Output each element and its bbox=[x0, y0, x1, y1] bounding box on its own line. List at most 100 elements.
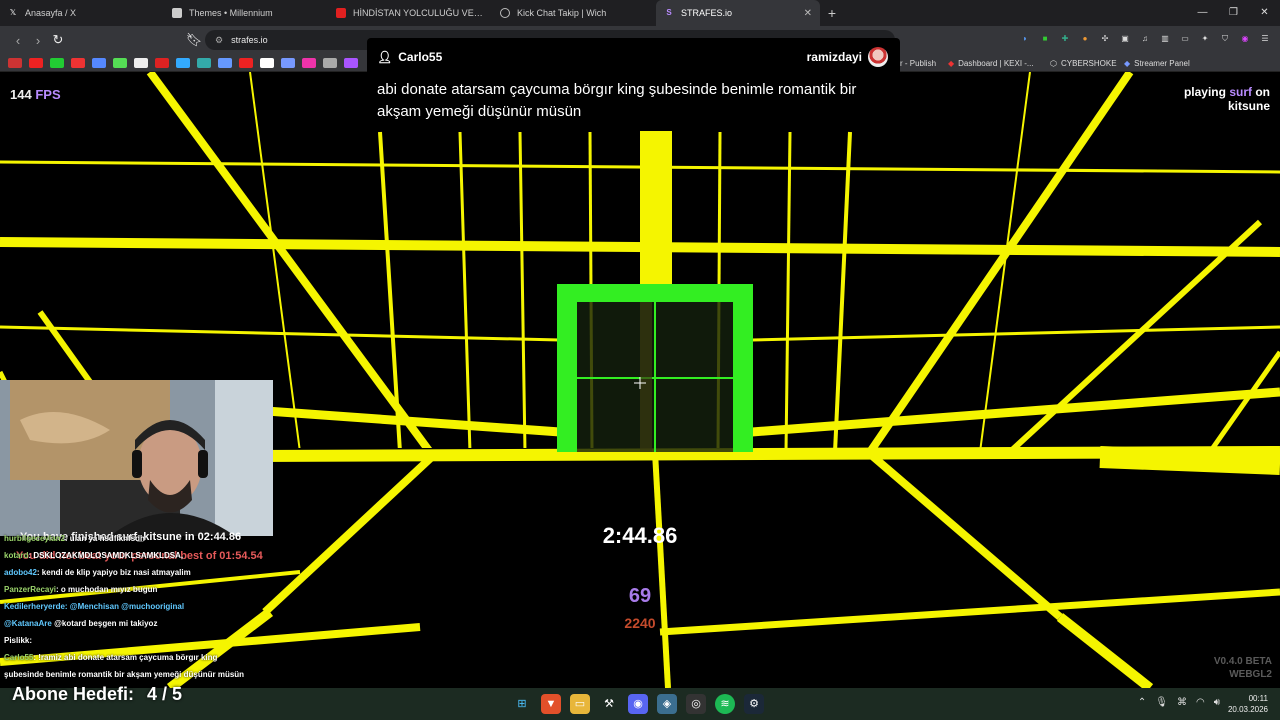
chat-user: kotard bbox=[4, 551, 29, 560]
stream-chat: hurbilgeceylan2: ulan ya hsdfikhfsdh kot… bbox=[0, 530, 300, 683]
wifi-icon[interactable]: ◠ bbox=[1196, 697, 1205, 708]
close-tab-icon[interactable]: ✕ bbox=[804, 8, 812, 19]
center-pillar bbox=[640, 130, 672, 290]
extension-icon[interactable]: ● bbox=[1078, 32, 1092, 46]
bookmark-icon[interactable] bbox=[218, 57, 232, 68]
back-icon[interactable]: ‹ bbox=[8, 33, 28, 48]
kick-icon bbox=[500, 8, 510, 18]
chevron-up-icon[interactable]: ⌃ bbox=[1138, 697, 1146, 708]
sidebar-icon[interactable]: ▥ bbox=[1158, 32, 1172, 46]
chat-message: Pislikk: bbox=[0, 632, 300, 649]
obs-icon[interactable]: ◎ bbox=[686, 694, 706, 714]
new-tab-icon[interactable]: + bbox=[820, 5, 844, 21]
bookmark-icon[interactable] bbox=[344, 57, 358, 68]
folder-icon[interactable]: ▭ bbox=[570, 694, 590, 714]
chat-user: @KatanaAre bbox=[4, 619, 52, 628]
bookmark-publish[interactable]: r - Publish bbox=[900, 54, 936, 72]
url-text: strafes.io bbox=[231, 35, 268, 45]
chat-message: Carlo55: !ramiz abi donate atarsam çaycu… bbox=[0, 649, 300, 666]
bookmark-icon[interactable] bbox=[113, 57, 127, 68]
bookmark-icon[interactable] bbox=[302, 57, 316, 68]
bookmark-icon[interactable] bbox=[71, 57, 85, 68]
volume-icon[interactable]: 🔊︎ bbox=[1214, 697, 1220, 708]
bookmark-streamer-panel[interactable]: ◆ Streamer Panel bbox=[1124, 54, 1190, 72]
chat-user: Pislikk bbox=[4, 636, 30, 645]
extension-icon[interactable]: ◉ bbox=[1238, 32, 1252, 46]
cybershoke-icon: ⬡ bbox=[1050, 58, 1057, 68]
bookmark-icon[interactable] bbox=[29, 57, 43, 68]
minimize-icon[interactable]: — bbox=[1187, 0, 1218, 26]
bookmark-label: Dashboard | KEXI -... bbox=[958, 58, 1034, 68]
chat-text: : bbox=[29, 636, 33, 645]
tab-strafes[interactable]: S STRAFES.io ✕ bbox=[656, 0, 820, 26]
bookmark-icon[interactable] bbox=[239, 57, 253, 68]
taskbar-clock[interactable]: 00:11 20.03.2026 bbox=[1228, 693, 1268, 715]
extension-icon[interactable]: ■ bbox=[1038, 32, 1052, 46]
site-info-icon[interactable]: ⚙︎ bbox=[215, 35, 223, 46]
tab-millennium[interactable]: Themes • Millennium bbox=[164, 0, 328, 26]
tab-bar: 𝕏 Anasayfa / X Themes • Millennium HİNDİ… bbox=[0, 0, 1280, 26]
windows-start-icon[interactable]: ⊞ bbox=[512, 694, 532, 714]
app-icon[interactable]: ◈ bbox=[657, 694, 677, 714]
shield-icon[interactable]: ⛉ bbox=[1218, 32, 1232, 46]
webcam-feed bbox=[0, 380, 273, 536]
chat-text: şubesinde benimle romantik bir akşam yem… bbox=[4, 670, 245, 679]
puzzle-icon[interactable]: ✣ bbox=[1098, 32, 1112, 46]
bookmark-icon[interactable] bbox=[134, 57, 148, 68]
streamer-panel-icon: ◆ bbox=[1124, 58, 1131, 68]
bookmark-icon[interactable] bbox=[50, 57, 64, 68]
chat-text: @kotard beşgen mi takiyoz bbox=[54, 619, 158, 628]
fps-unit: FPS bbox=[35, 87, 61, 102]
mic-icon[interactable]: 🎙︎ bbox=[1155, 697, 1168, 708]
clock-time: 00:11 bbox=[1248, 694, 1268, 703]
menu-icon[interactable]: ☰ bbox=[1258, 32, 1272, 46]
tab-x[interactable]: 𝕏 Anasayfa / X bbox=[0, 0, 164, 26]
chat-text: : ulan ya hsdfikhfsdh bbox=[64, 534, 145, 543]
chat-message: şubesinde benimle romantik bir akşam yem… bbox=[0, 666, 300, 683]
window-controls: — ❐ ✕ bbox=[1187, 0, 1280, 26]
bookmark-dashboard[interactable]: ◆ Dashboard | KEXI -... bbox=[948, 54, 1034, 72]
bookmark-icon[interactable] bbox=[92, 57, 106, 68]
bookmark-icon[interactable] bbox=[176, 57, 190, 68]
extension-icon[interactable]: ✚ bbox=[1058, 32, 1072, 46]
reload-icon[interactable]: ↻ bbox=[48, 32, 68, 48]
bookmark-icon[interactable] bbox=[281, 57, 295, 68]
bookmark-icon[interactable] bbox=[8, 57, 22, 68]
bookmark-cybershoke[interactable]: ⬡ CYBERSHOKE bbox=[1050, 54, 1117, 72]
bookmark-icon[interactable] bbox=[323, 57, 337, 68]
x-logo-icon: 𝕏 bbox=[9, 8, 17, 17]
chat-message: adobo42: kendi de klip yapiyo biz nasi a… bbox=[0, 564, 300, 581]
discord-icon[interactable]: ◉ bbox=[628, 694, 648, 714]
chat-text: : kendi de klip yapiyo biz nasi atmayali… bbox=[36, 568, 191, 577]
popup-sender: 👤︎ Carlo55 bbox=[377, 50, 442, 64]
bookmark-icon[interactable] bbox=[197, 57, 211, 68]
chat-text: : !ramiz abi donate atarsam çaycuma börg… bbox=[33, 653, 218, 662]
tab-youtube[interactable]: HİNDİSTAN YOLCULUĞU VE HİNDİSTAN bbox=[328, 0, 492, 26]
bookmark-icon[interactable] bbox=[155, 57, 169, 68]
renderer-label: WEBGL2 bbox=[1229, 669, 1272, 680]
tab-label: STRAFES.io bbox=[681, 8, 733, 18]
cast-icon[interactable]: ▭ bbox=[1178, 32, 1192, 46]
window-close-icon[interactable]: ✕ bbox=[1249, 0, 1280, 26]
media-icon[interactable]: ♫ bbox=[1138, 32, 1152, 46]
hammer-icon[interactable]: ⚒ bbox=[599, 694, 619, 714]
bookmark-label: CYBERSHOKE bbox=[1060, 58, 1117, 68]
popup-message: abi donate atarsam çaycuma börgır king ş… bbox=[377, 81, 857, 120]
dashboard-icon: ◆ bbox=[948, 58, 955, 68]
bookmark-icon[interactable] bbox=[260, 57, 274, 68]
extension-icon[interactable]: ◗ bbox=[1018, 32, 1032, 46]
spotify-icon[interactable]: ≋ bbox=[715, 694, 735, 714]
tab-label: Kick Chat Takip | Wich bbox=[517, 8, 607, 18]
network-icon[interactable]: ⌘ bbox=[1177, 697, 1187, 708]
bookmark-icon[interactable]: 🔖︎ bbox=[184, 32, 204, 48]
chat-message: kotard: DSKLOZAKMDLOSAMDKLSAMKLDSA, bbox=[0, 547, 300, 564]
chat-user: adobo42 bbox=[4, 568, 37, 577]
steam-icon[interactable]: ⚙ bbox=[744, 694, 764, 714]
tab-kick-chat[interactable]: Kick Chat Takip | Wich bbox=[492, 0, 656, 26]
brave-icon[interactable]: ▼ bbox=[541, 694, 561, 714]
forward-icon[interactable]: › bbox=[28, 33, 48, 48]
extension-icon[interactable]: ▣ bbox=[1118, 32, 1132, 46]
youtube-icon bbox=[336, 8, 346, 18]
restore-icon[interactable]: ❐ bbox=[1218, 0, 1249, 26]
ai-icon[interactable]: ✦ bbox=[1198, 32, 1212, 46]
